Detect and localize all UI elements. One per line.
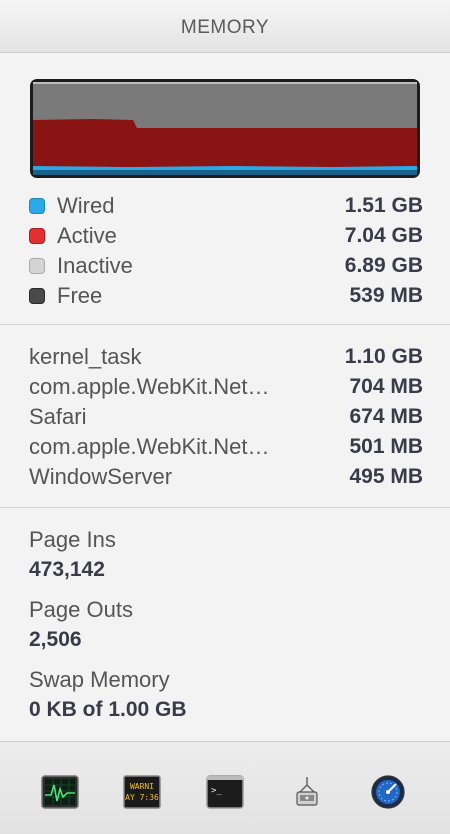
panel-title: MEMORY [180,17,270,38]
graph-free-area [33,170,417,175]
process-memory: 1.10 GB [344,345,423,368]
wired-swatch [29,198,45,214]
console-icon-text: AY 7:36 [125,793,159,802]
process-row[interactable]: WindowServer 495 MB [29,462,423,492]
console-icon[interactable]: WARNI AY 7:36 [123,775,161,809]
process-row[interactable]: com.apple.WebKit.Net… 501 MB [29,432,423,462]
process-memory: 674 MB [349,405,423,428]
process-name: com.apple.WebKit.Net… [29,434,270,459]
process-name: WindowServer [29,464,173,489]
divider [0,507,450,508]
memory-panel: MEMORY Wired 1.51 GB Active 7.04 GB Inac… [0,0,450,834]
app-shortcuts-bar: WARNI AY 7:36 >_ [0,741,450,834]
page-outs-value: 2,506 [29,628,82,651]
process-row[interactable]: kernel_task 1.10 GB [29,342,423,372]
process-name: kernel_task [29,344,142,369]
process-name: com.apple.WebKit.Net… [29,374,270,399]
page-outs-label: Page Outs [29,597,133,622]
memory-usage-graph [30,79,420,178]
legend-label: Active [57,223,117,248]
legend-value: 1.51 GB [344,194,423,217]
legend-label: Wired [57,193,115,218]
memory-legend: Wired 1.51 GB Active 7.04 GB Inactive 6.… [29,191,423,311]
memory-stats: Page Ins 473,142 Page Outs 2,506 Swap Me… [29,525,423,735]
process-name: Safari [29,404,87,429]
legend-row-active: Active 7.04 GB [29,221,423,251]
page-ins-value: 473,142 [29,558,105,581]
inactive-swatch [29,258,45,274]
disk-utility-icon[interactable] [369,775,407,809]
console-icon-text: WARNI [130,782,154,791]
divider [0,324,450,325]
activity-monitor-icon[interactable] [41,775,79,809]
legend-value: 7.04 GB [344,224,423,247]
process-row[interactable]: com.apple.WebKit.Net… 704 MB [29,372,423,402]
system-information-icon[interactable] [288,775,326,809]
process-list: kernel_task 1.10 GB com.apple.WebKit.Net… [29,342,423,492]
swap-memory-label: Swap Memory [29,667,170,692]
legend-row-free: Free 539 MB [29,281,423,311]
terminal-icon-text: >_ [211,786,222,796]
legend-value: 539 MB [349,284,423,307]
terminal-icon[interactable]: >_ [206,775,244,809]
legend-label: Inactive [57,253,133,278]
legend-label: Free [57,283,103,308]
active-swatch [29,228,45,244]
free-swatch [29,288,45,304]
process-memory: 501 MB [349,435,423,458]
process-row[interactable]: Safari 674 MB [29,402,423,432]
panel-header: MEMORY [0,0,450,53]
process-memory: 704 MB [349,375,423,398]
legend-value: 6.89 GB [344,254,423,277]
process-memory: 495 MB [349,465,423,488]
swap-memory-value: 0 KB of 1.00 GB [29,698,187,721]
page-ins-label: Page Ins [29,527,116,552]
legend-row-wired: Wired 1.51 GB [29,191,423,221]
legend-row-inactive: Inactive 6.89 GB [29,251,423,281]
